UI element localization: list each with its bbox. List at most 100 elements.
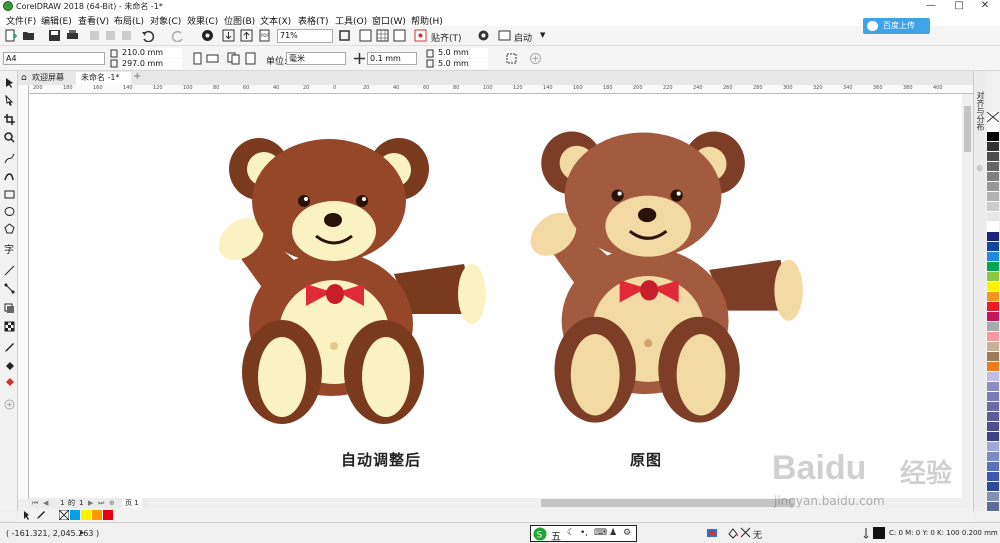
freehand-tool-icon[interactable] [4,153,15,164]
all-pages-icon[interactable] [227,52,240,65]
show-grid-icon[interactable] [376,29,389,42]
crop-tool-icon[interactable] [4,114,15,125]
palette-swatch[interactable] [987,432,999,442]
zoom-level-select[interactable]: 71% [277,29,333,43]
cut-icon[interactable] [88,29,101,42]
parallel-dimension-icon[interactable] [4,265,15,276]
palette-swatch[interactable] [987,262,999,272]
palette-swatch[interactable] [987,352,999,362]
rectangle-tool-icon[interactable] [4,189,15,200]
palette-swatch[interactable] [987,382,999,392]
palette-swatch[interactable] [987,412,999,422]
snap-to-icon[interactable] [414,29,427,42]
page-width-field[interactable]: 210.0 mm [120,48,182,58]
undo-icon[interactable] [141,29,154,42]
upload-cloud-button[interactable]: 百度上传 [863,18,930,34]
open-folder-icon[interactable] [22,29,35,42]
close-button[interactable]: ✕ [972,0,998,13]
redo-icon[interactable] [172,29,185,42]
page-tab[interactable]: 页 1 [122,498,142,508]
import-icon[interactable] [222,29,235,42]
moon-icon[interactable]: ☾ [567,528,575,538]
first-page-icon[interactable]: ⏮ [32,498,38,508]
print-icon[interactable] [66,29,79,42]
palette-swatch[interactable] [987,242,999,252]
palette-arrow-icon[interactable] [22,510,32,520]
palette-swatch[interactable] [987,362,999,372]
next-page-icon[interactable]: ▶ [88,498,93,508]
palette-swatch[interactable] [987,452,999,462]
palette-swatch[interactable] [987,212,999,222]
application-launcher-icon[interactable] [498,29,511,42]
units-select[interactable]: 毫米 [286,52,346,65]
palette-swatch[interactable] [987,422,999,432]
last-page-icon[interactable]: ⏭ [98,498,104,508]
palette-swatch[interactable] [987,222,999,232]
document-color-swatch[interactable] [103,510,113,520]
current-page-icon[interactable] [244,52,257,65]
pick-tool-icon[interactable] [4,77,15,88]
palette-swatch[interactable] [987,502,999,512]
connector-tool-icon[interactable] [4,283,15,294]
palette-swatch[interactable] [987,192,999,202]
artistic-media-icon[interactable] [4,171,15,182]
export-icon[interactable] [240,29,253,42]
nudge-distance-field[interactable]: 0.1 mm [367,52,417,65]
options-gear-icon[interactable] [477,29,490,42]
document-color-swatch[interactable] [81,510,91,520]
maximize-button[interactable]: □ [946,0,972,13]
no-color-swatch[interactable] [986,111,1000,123]
copy-icon[interactable] [104,29,117,42]
new-document-icon[interactable] [4,29,17,42]
minimize-button[interactable]: — [918,0,944,13]
full-screen-icon[interactable] [338,29,351,42]
save-icon[interactable] [48,29,61,42]
add-page-icon[interactable]: ⊕ [109,498,115,508]
teddy-bear-adjusted[interactable] [214,134,494,424]
palette-swatch[interactable] [987,252,999,262]
transparency-tool-icon[interactable] [4,321,15,332]
document-color-swatch[interactable] [70,510,80,520]
ime-mode-label[interactable]: 五 [551,528,561,543]
teddy-bear-original[interactable] [526,126,811,424]
palette-swatch[interactable] [987,312,999,322]
text-tool-icon[interactable]: 字 [4,243,15,254]
page-size-select[interactable]: A4 [3,52,105,65]
palette-swatch[interactable] [987,372,999,382]
add-docker-icon[interactable]: ⊕ [976,164,984,174]
ellipse-tool-icon[interactable] [4,206,15,217]
add-tool-icon[interactable] [4,399,15,410]
drop-shadow-icon[interactable] [4,303,15,314]
portrait-icon[interactable] [191,52,204,65]
palette-swatch[interactable] [987,472,999,482]
palette-swatch[interactable] [987,442,999,452]
publish-pdf-icon[interactable]: PDF [258,29,271,42]
eyedropper-palette-icon[interactable] [36,510,46,520]
treat-as-filled-icon[interactable] [505,52,518,65]
snap-to-label[interactable]: 贴齐(T) [431,31,462,44]
palette-swatch[interactable] [987,322,999,332]
palette-swatch[interactable] [987,392,999,402]
palette-swatch[interactable] [987,492,999,502]
chevron-down-icon[interactable]: ▼ [540,31,545,39]
add-icon[interactable] [529,52,542,65]
show-rulers-icon[interactable] [359,29,372,42]
launch-label[interactable]: 启动 [514,31,532,44]
palette-swatch[interactable] [987,342,999,352]
ime-logo-icon[interactable]: S [533,527,547,541]
palette-swatch[interactable] [987,292,999,302]
interactive-fill-icon[interactable] [4,360,15,371]
tab-welcome[interactable]: ⌂ 欢迎屏幕 [18,72,76,85]
prev-page-icon[interactable]: ◀ [43,498,48,508]
palette-swatch[interactable] [987,282,999,292]
palette-swatch[interactable] [987,232,999,242]
wrench-icon[interactable]: ⚙ [623,528,631,538]
new-tab-icon[interactable]: + [133,71,141,82]
palette-swatch[interactable] [987,402,999,412]
status-arrow-icon[interactable]: ▸ [80,528,84,537]
page-height-field[interactable]: 297.0 mm [120,59,182,69]
palette-swatch[interactable] [987,182,999,192]
zoom-tool-icon[interactable] [4,132,15,143]
paste-icon[interactable] [120,29,133,42]
search-content-icon[interactable] [201,29,214,42]
